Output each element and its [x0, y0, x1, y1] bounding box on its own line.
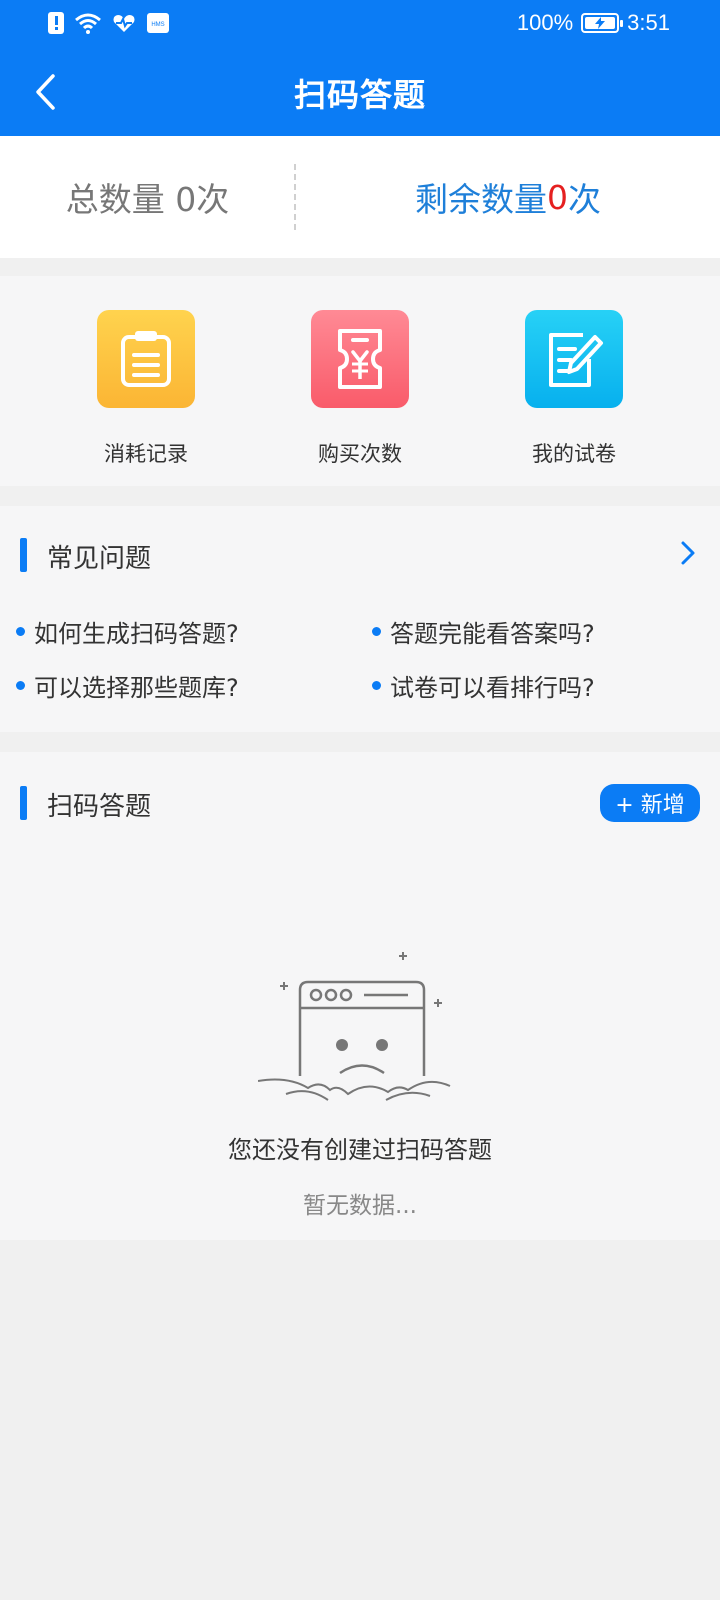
faq-title: 常见问题 — [47, 544, 152, 574]
status-bar: HMS 100% 3:51 — [0, 0, 720, 50]
empty-state-subtitle: 暂无数据... — [303, 1193, 417, 1219]
faq-item[interactable]: 如何生成扫码答题? — [16, 614, 239, 649]
ticket-yen-icon — [311, 310, 409, 408]
action-label: 购买次数 — [318, 442, 402, 466]
remaining-unit: 次 — [568, 180, 601, 219]
empty-state-illustration — [258, 952, 451, 1101]
quick-actions: 消耗记录 购买次数 我的试卷 — [0, 276, 720, 486]
faq-item-text: 试卷可以看排行吗? — [390, 674, 595, 702]
faq-item-text: 答题完能看答案吗? — [390, 620, 595, 648]
nav-bar: 扫码答题 — [0, 50, 720, 136]
faq-item[interactable]: 答题完能看答案吗? — [372, 614, 595, 649]
battery-icon — [581, 13, 624, 33]
status-icons: HMS — [48, 12, 170, 34]
count-card: 总数量 0次 剩余数量 0 次 — [0, 136, 720, 258]
clipboard-icon — [97, 310, 195, 408]
faq-more-button[interactable] — [680, 540, 696, 570]
status-time: 3:51 — [627, 10, 670, 35]
faq-item-text: 可以选择那些题库? — [34, 674, 239, 702]
faq-item-text: 如何生成扫码答题? — [34, 620, 239, 648]
action-label: 我的试卷 — [532, 442, 616, 466]
faq-section: 常见问题 如何生成扫码答题? 答题完能看答案吗? 可以选择那些题库? 试卷可以看… — [0, 506, 720, 732]
total-count: 总数量 0次 — [65, 180, 230, 219]
action-buy-count[interactable]: 购买次数 — [280, 310, 440, 468]
bullet-dot — [16, 681, 25, 690]
chevron-right-icon — [681, 541, 695, 565]
action-label: 消耗记录 — [104, 442, 188, 466]
alert-icon — [48, 12, 64, 34]
faq-item[interactable]: 试卷可以看排行吗? — [372, 668, 595, 703]
svg-text:HMS: HMS — [151, 22, 164, 28]
bullet-dot — [16, 627, 25, 636]
page-title: 扫码答题 — [293, 76, 426, 114]
scan-answer-section: 扫码答题 + 新增 您还没有创建过扫码答题 暂无数据... — [0, 752, 720, 1240]
bullet-dot — [372, 681, 381, 690]
app-header: HMS 100% 3:51 扫码答题 — [0, 0, 720, 136]
health-heart-icon — [113, 15, 135, 32]
empty-state-title: 您还没有创建过扫码答题 — [228, 1136, 492, 1164]
add-button[interactable]: + 新增 — [600, 784, 700, 822]
edit-paper-icon — [525, 310, 623, 408]
status-right: 100% 3:51 — [517, 10, 670, 36]
faq-item[interactable]: 可以选择那些题库? — [16, 668, 239, 703]
remaining-count: 剩余数量 0 次 — [296, 136, 720, 258]
wifi-icon — [75, 13, 101, 34]
action-my-papers[interactable]: 我的试卷 — [494, 310, 654, 468]
action-consumption-record[interactable]: 消耗记录 — [66, 310, 226, 468]
section-accent-bar — [20, 538, 27, 572]
hms-icon: HMS — [147, 13, 169, 33]
scan-section-title: 扫码答题 — [47, 792, 152, 822]
battery-percent: 100% — [516, 10, 574, 35]
section-accent-bar — [20, 786, 27, 820]
bullet-dot — [372, 627, 381, 636]
remaining-value: 0 — [547, 177, 568, 217]
remaining-label: 剩余数量 — [415, 180, 547, 219]
